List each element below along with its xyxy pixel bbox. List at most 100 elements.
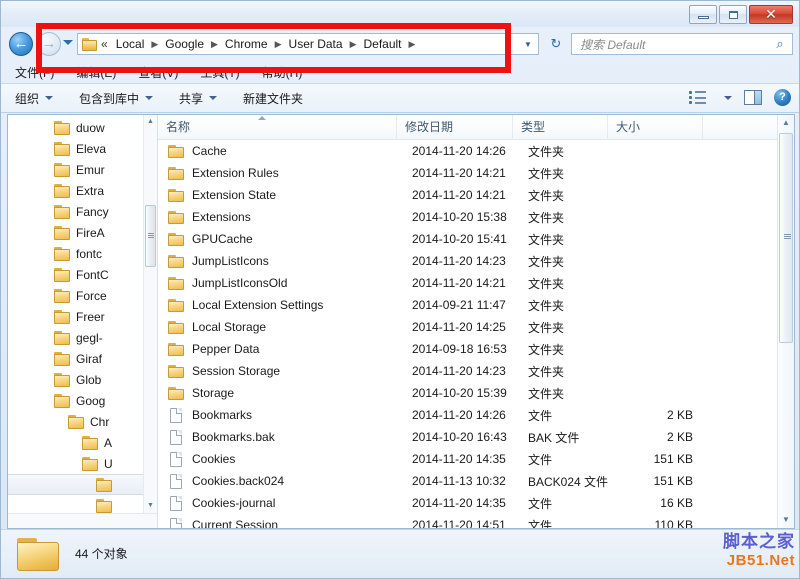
minimize-button[interactable] bbox=[689, 5, 717, 24]
file-icon bbox=[168, 474, 185, 489]
preview-pane-icon[interactable] bbox=[744, 90, 762, 105]
tree-item-user-data[interactable]: U bbox=[8, 453, 144, 474]
breadcrumb-overflow-icon[interactable]: « bbox=[101, 37, 108, 51]
search-box[interactable]: 搜索 Default ⌕ bbox=[571, 33, 793, 55]
scroll-down-icon[interactable]: ▼ bbox=[144, 499, 157, 513]
tree-item[interactable]: Emur bbox=[8, 159, 144, 180]
share-button[interactable]: 共享 bbox=[179, 90, 217, 107]
tree-item[interactable]: Force bbox=[8, 285, 144, 306]
forward-button[interactable]: → bbox=[37, 32, 61, 56]
file-icon bbox=[168, 430, 185, 445]
navpane-vertical-scrollbar[interactable]: ▲ ▼ bbox=[143, 115, 157, 513]
breadcrumb-item-user-data[interactable]: User Data bbox=[287, 36, 345, 52]
breadcrumb-item-local[interactable]: Local bbox=[114, 36, 147, 52]
file-type: 文件夹 bbox=[520, 363, 615, 380]
file-name: Bookmarks bbox=[192, 408, 404, 422]
breadcrumb: Local ▶ Google ▶ Chrome ▶ User Data ▶ De… bbox=[114, 36, 520, 52]
breadcrumb-separator-icon[interactable]: ▶ bbox=[350, 39, 357, 50]
scrollbar-thumb[interactable] bbox=[145, 205, 156, 267]
breadcrumb-item-chrome[interactable]: Chrome bbox=[223, 36, 270, 52]
history-dropdown-icon[interactable] bbox=[63, 40, 73, 45]
new-folder-button[interactable]: 新建文件夹 bbox=[243, 90, 303, 107]
maximize-button[interactable] bbox=[719, 5, 747, 24]
refresh-button[interactable]: ↻ bbox=[546, 34, 566, 54]
breadcrumb-separator-icon[interactable]: ▶ bbox=[409, 39, 416, 50]
file-list-vertical-scrollbar[interactable]: ▲ ▼ bbox=[777, 115, 794, 528]
breadcrumb-item-default[interactable]: Default bbox=[361, 36, 403, 52]
table-row[interactable]: GPUCache 2014-10-20 15:41 文件夹 bbox=[158, 228, 766, 250]
tree-item-default-selected[interactable] bbox=[8, 474, 144, 495]
table-row[interactable]: Extension Rules 2014-11-20 14:21 文件夹 bbox=[158, 162, 766, 184]
breadcrumb-separator-icon[interactable]: ▶ bbox=[211, 39, 218, 50]
file-date: 2014-11-20 14:21 bbox=[404, 276, 520, 290]
table-row[interactable]: Session Storage 2014-11-20 14:23 文件夹 bbox=[158, 360, 766, 382]
tree-item[interactable]: Freer bbox=[8, 306, 144, 327]
menu-help[interactable]: 帮助(H) bbox=[262, 64, 303, 81]
tree-item-google[interactable]: Goog bbox=[8, 390, 144, 411]
close-button[interactable]: ✕ bbox=[749, 5, 793, 24]
table-row[interactable]: Local Storage 2014-11-20 14:25 文件夹 bbox=[158, 316, 766, 338]
tree-item[interactable]: FontC bbox=[8, 264, 144, 285]
folder-icon bbox=[54, 373, 71, 387]
tree-item[interactable]: Giraf bbox=[8, 348, 144, 369]
table-row[interactable]: Cookies.back024 2014-11-13 10:32 BACK024… bbox=[158, 470, 766, 492]
table-row[interactable]: Bookmarks 2014-11-20 14:26 文件 2 KB bbox=[158, 404, 766, 426]
table-row[interactable]: Current Session 2014-11-20 14:51 文件 110 … bbox=[158, 514, 766, 528]
scroll-up-icon[interactable]: ▲ bbox=[778, 115, 794, 131]
include-in-library-button[interactable]: 包含到库中 bbox=[79, 90, 153, 107]
column-header-size[interactable]: 大小 bbox=[608, 115, 703, 140]
file-date: 2014-11-20 14:21 bbox=[404, 188, 520, 202]
column-header-type[interactable]: 类型 bbox=[513, 115, 608, 140]
address-bar[interactable]: « Local ▶ Google ▶ Chrome ▶ User Data ▶ … bbox=[77, 33, 539, 55]
scroll-down-icon[interactable]: ▼ bbox=[778, 512, 794, 528]
table-row[interactable]: Pepper Data 2014-09-18 16:53 文件夹 bbox=[158, 338, 766, 360]
search-input[interactable]: 搜索 Default bbox=[576, 36, 772, 53]
table-row[interactable]: Cookies 2014-11-20 14:35 文件 151 KB bbox=[158, 448, 766, 470]
menu-tools[interactable]: 工具(T) bbox=[200, 64, 239, 81]
column-header-date[interactable]: 修改日期 bbox=[397, 115, 513, 140]
tree-item[interactable]: fontc bbox=[8, 243, 144, 264]
file-name: GPUCache bbox=[192, 232, 404, 246]
table-row[interactable]: Cookies-journal 2014-11-20 14:35 文件 16 K… bbox=[158, 492, 766, 514]
column-name-label: 名称 bbox=[166, 120, 190, 134]
tree-item[interactable]: Extra bbox=[8, 180, 144, 201]
menu-edit[interactable]: 编辑(E) bbox=[76, 64, 116, 81]
table-row[interactable]: Bookmarks.bak 2014-10-20 16:43 BAK 文件 2 … bbox=[158, 426, 766, 448]
table-row[interactable]: Storage 2014-10-20 15:39 文件夹 bbox=[158, 382, 766, 404]
file-size: 110 KB bbox=[615, 518, 701, 528]
file-list-pane: 名称 修改日期 类型 大小 Cache 2014-11-20 14:26 文件夹 bbox=[158, 115, 794, 528]
chevron-down-icon[interactable] bbox=[724, 96, 732, 100]
scrollbar-thumb[interactable] bbox=[779, 133, 793, 343]
tree-item-application[interactable]: A bbox=[8, 432, 144, 453]
organize-button[interactable]: 组织 bbox=[15, 90, 53, 107]
tree-item[interactable]: Fancy bbox=[8, 201, 144, 222]
tree-item-chrome[interactable]: Chr bbox=[8, 411, 144, 432]
tree-item[interactable]: gegl- bbox=[8, 327, 144, 348]
scroll-up-icon[interactable]: ▲ bbox=[144, 115, 157, 129]
table-row[interactable]: Cache 2014-11-20 14:26 文件夹 bbox=[158, 140, 766, 162]
table-row[interactable]: JumpListIconsOld 2014-11-20 14:21 文件夹 bbox=[158, 272, 766, 294]
tree-item[interactable]: FireA bbox=[8, 222, 144, 243]
column-header-name[interactable]: 名称 bbox=[158, 115, 397, 140]
navpane-horizontal-scrollbar[interactable] bbox=[8, 513, 158, 528]
folder-icon bbox=[168, 188, 185, 203]
tree-item[interactable]: Eleva bbox=[8, 138, 144, 159]
table-row[interactable]: JumpListIcons 2014-11-20 14:23 文件夹 bbox=[158, 250, 766, 272]
folder-icon bbox=[54, 247, 71, 261]
breadcrumb-item-google[interactable]: Google bbox=[163, 36, 206, 52]
tree-item[interactable]: duow bbox=[8, 117, 144, 138]
table-row[interactable]: Local Extension Settings 2014-09-21 11:4… bbox=[158, 294, 766, 316]
breadcrumb-separator-icon[interactable]: ▶ bbox=[151, 39, 158, 50]
address-dropdown-icon[interactable]: ▼ bbox=[520, 40, 536, 49]
tree-item[interactable]: Glob bbox=[8, 369, 144, 390]
include-in-library-label: 包含到库中 bbox=[79, 90, 139, 107]
search-icon[interactable]: ⌕ bbox=[772, 36, 788, 52]
menu-file[interactable]: 文件(F) bbox=[15, 64, 54, 81]
breadcrumb-separator-icon[interactable]: ▶ bbox=[275, 39, 282, 50]
help-icon[interactable]: ? bbox=[774, 89, 791, 106]
table-row[interactable]: Extension State 2014-11-20 14:21 文件夹 bbox=[158, 184, 766, 206]
change-view-icon[interactable] bbox=[689, 90, 706, 105]
table-row[interactable]: Extensions 2014-10-20 15:38 文件夹 bbox=[158, 206, 766, 228]
menu-view[interactable]: 查看(V) bbox=[138, 64, 178, 81]
back-button[interactable]: ← bbox=[9, 32, 33, 56]
